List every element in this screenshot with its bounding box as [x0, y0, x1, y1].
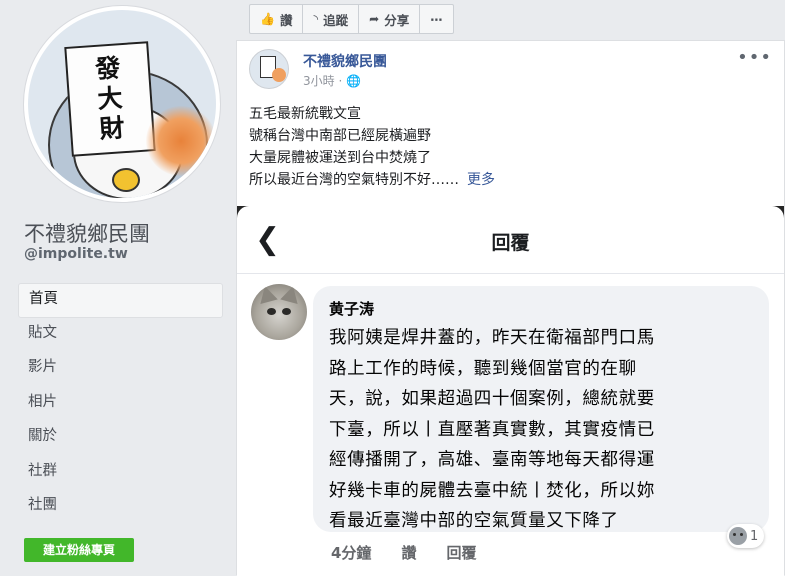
comment-reply: 回覆	[446, 544, 477, 562]
nav-item-posts[interactable]: 貼文	[18, 318, 223, 353]
post-card: 不禮貌鄉民團 3小時 · 🌐 ••• 五毛最新統戰文宣 號稱台灣中南部已經屍橫遍…	[236, 40, 785, 576]
page-handle[interactable]: @impolite.tw	[24, 246, 128, 262]
post-image[interactable]: ❮ 回覆 黄子涛 我阿姨是焊井蓋的，昨天在衛福部門口馬 路上工作的時候，聽到幾個…	[237, 206, 784, 576]
comment-like: 讚	[401, 544, 417, 562]
rss-icon: ◝	[313, 12, 319, 26]
post-text-line: 所以最近台灣的空氣特別不好…… 更多	[249, 172, 495, 188]
page-action-bar: 👍 讚 ◝ 追蹤 ➦ 分享 ⋯	[249, 4, 454, 34]
thumbs-up-icon: 👍	[260, 12, 275, 26]
like-page-button[interactable]: 👍 讚	[250, 5, 304, 33]
post-timestamp[interactable]: 3小時	[303, 74, 335, 88]
more-options-button[interactable]: ⋯	[420, 5, 453, 33]
commenter-name: 黄子涛	[329, 300, 375, 318]
nav-item-community[interactable]: 社群	[18, 456, 223, 491]
page-nav: 首頁 貼文 影片 相片 關於 社群 社團	[18, 283, 223, 525]
page-profile-picture[interactable]: 發 大 財	[24, 6, 220, 202]
reaction-badge: 1	[727, 524, 765, 548]
comment-time: 4分鐘	[331, 544, 372, 562]
screenshot-title: 回覆	[491, 232, 530, 254]
post-text-line: 大量屍體被運送到台中焚燒了	[249, 150, 431, 166]
comment-actions: 4分鐘 讚 回覆	[331, 542, 506, 563]
comment-bubble: 黄子涛 我阿姨是焊井蓋的，昨天在衛福部門口馬 路上工作的時候，聽到幾個當官的在聊…	[313, 286, 769, 532]
commenter-avatar	[251, 284, 307, 340]
meta-separator: ·	[338, 74, 347, 88]
post-options-icon[interactable]: •••	[737, 47, 772, 68]
post-author-avatar[interactable]	[249, 49, 289, 89]
share-arrow-icon: ➦	[369, 12, 380, 26]
post-text-line: 號稱台灣中南部已經屍橫遍野	[249, 128, 431, 144]
globe-icon: 🌐	[346, 74, 362, 88]
create-page-button[interactable]: 建立粉絲專頁	[24, 538, 134, 562]
nav-item-videos[interactable]: 影片	[18, 352, 223, 387]
avatar-sign: 發 大 財	[64, 41, 156, 157]
post-text: 五毛最新統戰文宣 號稱台灣中南部已經屍橫遍野 大量屍體被運送到台中焚燒了 所以最…	[249, 103, 769, 191]
post-author-name[interactable]: 不禮貌鄉民團	[303, 51, 387, 71]
post-meta: 3小時 · 🌐	[303, 72, 361, 89]
follow-button[interactable]: ◝ 追蹤	[303, 5, 360, 33]
nav-item-photos[interactable]: 相片	[18, 387, 223, 422]
nav-item-groups[interactable]: 社團	[18, 490, 223, 525]
nav-item-about[interactable]: 關於	[18, 421, 223, 456]
screenshot-header: ❮ 回覆	[237, 206, 784, 274]
nav-item-home[interactable]: 首頁	[18, 283, 223, 318]
see-more-link[interactable]: 更多	[467, 172, 495, 188]
page-name: 不禮貌鄉民團	[24, 222, 150, 246]
post-text-line: 五毛最新統戰文宣	[249, 106, 361, 122]
page-sidebar: 發 大 財 不禮貌鄉民團 @impolite.tw 首頁 貼文 影片 相片 關於…	[0, 0, 234, 575]
more-icon: ⋯	[430, 11, 443, 27]
comment-body: 我阿姨是焊井蓋的，昨天在衛福部門口馬 路上工作的時候，聽到幾個當官的在聊 天，說…	[329, 328, 655, 531]
sad-face-icon	[729, 527, 747, 545]
share-button[interactable]: ➦ 分享	[359, 5, 421, 33]
